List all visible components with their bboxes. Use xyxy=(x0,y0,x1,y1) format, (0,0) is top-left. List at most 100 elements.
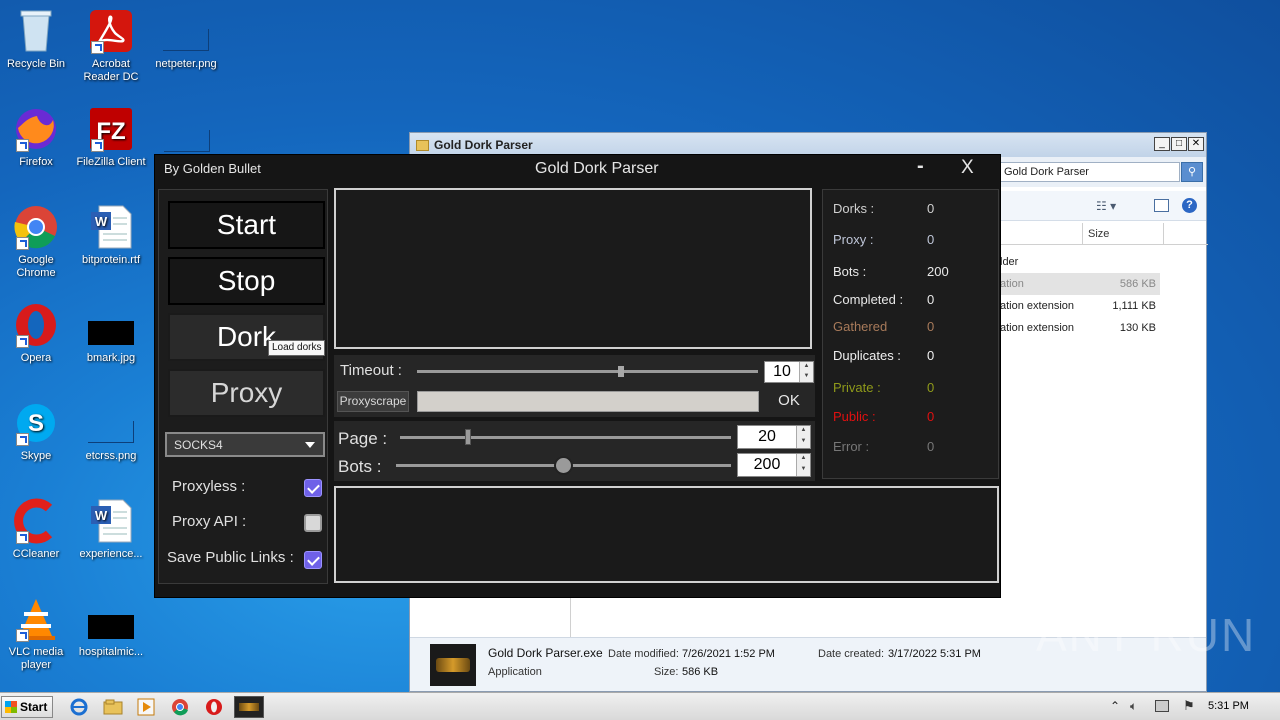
search-icon[interactable]: ⚲ xyxy=(1181,162,1203,182)
proxy-type-select[interactable]: SOCKS4 xyxy=(165,432,325,457)
desktop-icon-label: VLC media player xyxy=(8,646,64,671)
save-public-links-checkbox[interactable] xyxy=(304,551,322,569)
page-value: 20 xyxy=(758,428,776,445)
spin-up-icon[interactable]: ▲ xyxy=(799,362,813,372)
speaker-icon[interactable]: 🔈︎ xyxy=(1130,699,1137,714)
desktop-icon-label: Google Chrome xyxy=(16,254,56,279)
opera-icon xyxy=(12,302,60,348)
app-close-button[interactable]: X xyxy=(961,157,974,179)
acrobat-icon xyxy=(87,8,135,54)
stat-value: 0 xyxy=(927,409,935,424)
bots-value: 200 xyxy=(753,456,781,473)
opera-taskbar-icon[interactable] xyxy=(202,696,226,718)
desktop-icon-label: Firefox xyxy=(19,156,53,168)
desktop-icon-experience[interactable]: W experience... xyxy=(73,498,149,561)
desktop-icon-recycle-bin[interactable]: Recycle Bin xyxy=(0,8,74,71)
list-item[interactable]: lder xyxy=(1000,251,1160,273)
view-options-icon[interactable]: ☷ ▾ xyxy=(1096,199,1116,213)
dork-tooltip: Load dorks xyxy=(268,340,326,356)
explorer-minimize-button[interactable]: _ xyxy=(1154,137,1170,151)
spin-up-icon[interactable]: ▲ xyxy=(796,454,810,465)
bots-slider[interactable] xyxy=(396,456,731,475)
details-created-value: 3/17/2022 5:31 PM xyxy=(888,648,981,660)
proxy-button[interactable]: Proxy xyxy=(168,369,325,417)
desktop-icon-netpeter[interactable]: netpeter.png xyxy=(148,8,224,71)
stat-label: Duplicates : xyxy=(833,348,901,363)
details-file-name: Gold Dork Parser.exe xyxy=(488,646,603,660)
desktop-icon-partial[interactable] xyxy=(164,130,210,152)
stop-button[interactable]: Stop xyxy=(168,257,325,305)
ie-taskbar-icon[interactable] xyxy=(67,696,91,718)
timeout-slider[interactable] xyxy=(417,366,758,377)
column-type[interactable] xyxy=(1000,223,1083,245)
stat-value: 0 xyxy=(927,319,935,334)
proxyless-checkbox[interactable] xyxy=(304,479,322,497)
timeout-spinbox[interactable]: 10 ▲ ▼ xyxy=(764,361,814,383)
desktop-icon-skype[interactable]: S Skype xyxy=(0,400,74,463)
image-file-icon xyxy=(87,400,135,446)
preview-pane-icon[interactable] xyxy=(1154,199,1169,212)
ok-button[interactable]: OK xyxy=(764,389,814,413)
desktop-icon-bmark[interactable]: bmark.jpg xyxy=(73,302,149,365)
spin-up-icon[interactable]: ▲ xyxy=(796,426,810,437)
dorks-textarea[interactable] xyxy=(334,188,812,349)
desktop-icon-opera[interactable]: Opera xyxy=(0,302,74,365)
column-size[interactable]: Size xyxy=(1084,223,1164,245)
desktop-icon-label: experience... xyxy=(79,548,143,560)
help-icon[interactable]: ? xyxy=(1182,198,1197,213)
clock[interactable]: 5:31 PM xyxy=(1208,700,1249,712)
taskbar: Start ⌃ 🔈︎ ⚑ 5:31 PM xyxy=(0,692,1280,720)
spin-down-icon[interactable]: ▼ xyxy=(799,372,813,382)
desktop-icon-vlc[interactable]: VLC media player xyxy=(0,596,74,672)
gold-dork-parser-taskbar-button[interactable] xyxy=(234,696,264,718)
stat-label: Error : xyxy=(833,439,870,454)
explorer-taskbar-icon[interactable] xyxy=(101,696,125,718)
stat-label: Private : xyxy=(833,380,881,395)
desktop-icon-bitprotein[interactable]: W bitprotein.rtf xyxy=(73,204,149,267)
desktop-icon-hospitalmic[interactable]: hospitalmic... xyxy=(73,596,149,659)
app-titlebar[interactable]: By Golden Bullet Gold Dork Parser - X xyxy=(155,155,1000,183)
page-spinbox[interactable]: 20 ▲ ▼ xyxy=(737,425,811,449)
start-button[interactable]: Start xyxy=(168,201,325,249)
gold-dork-parser-window[interactable]: By Golden Bullet Gold Dork Parser - X St… xyxy=(154,154,1001,598)
start-menu-button[interactable]: Start xyxy=(1,696,53,718)
desktop-icon-acrobat[interactable]: Acrobat Reader DC xyxy=(73,8,149,84)
stat-label: Completed : xyxy=(833,292,904,307)
spin-down-icon[interactable]: ▼ xyxy=(796,437,810,448)
vlc-icon xyxy=(12,596,60,642)
desktop-icon-ccleaner[interactable]: CCleaner xyxy=(0,498,74,561)
stat-value: 0 xyxy=(927,232,935,247)
app-minimize-button[interactable]: - xyxy=(917,155,924,178)
explorer-search-input[interactable]: Gold Dork Parser xyxy=(1000,162,1180,182)
network-icon[interactable] xyxy=(1155,700,1169,712)
bots-label: Bots : xyxy=(338,457,382,476)
media-player-taskbar-icon[interactable] xyxy=(134,696,158,718)
svg-text:W: W xyxy=(95,214,108,229)
proxy-api-checkbox[interactable] xyxy=(304,514,322,532)
page-slider-thumb[interactable] xyxy=(465,429,471,445)
chrome-taskbar-icon[interactable] xyxy=(168,696,192,718)
proxyscrape-button[interactable]: Proxyscrape xyxy=(337,391,409,412)
timeout-slider-thumb[interactable] xyxy=(618,366,624,377)
show-hidden-icons[interactable]: ⌃ xyxy=(1110,699,1120,713)
bots-spinbox[interactable]: 200 ▲ ▼ xyxy=(737,453,811,477)
list-item[interactable]: ation extension 1,111 KB xyxy=(1000,295,1160,317)
desktop-icon-filezilla[interactable]: FZ FileZilla Client xyxy=(73,106,149,169)
bots-slider-thumb[interactable] xyxy=(554,456,573,475)
explorer-maximize-button[interactable]: □ xyxy=(1171,137,1187,151)
log-output[interactable] xyxy=(334,486,999,583)
windows-logo-icon xyxy=(5,701,17,713)
spin-down-icon[interactable]: ▼ xyxy=(796,465,810,476)
desktop-icon-firefox[interactable]: Firefox xyxy=(0,106,74,169)
desktop-icon-etcrss[interactable]: etcrss.png xyxy=(73,400,149,463)
list-item[interactable]: ation 586 KB xyxy=(1000,273,1160,295)
page-slider[interactable] xyxy=(400,429,731,445)
explorer-file-list: lder ation 586 KB ation extension 1,111 KB… xyxy=(1000,251,1160,339)
desktop-icon-label: Acrobat Reader DC xyxy=(83,58,139,83)
list-item[interactable]: ation extension 130 KB xyxy=(1000,317,1160,339)
proxy-api-label: Proxy API : xyxy=(172,513,247,530)
desktop-icon-chrome[interactable]: Google Chrome xyxy=(0,204,74,280)
control-panel: Start Stop Dork Proxy SOCKS4 Proxyless :… xyxy=(158,189,328,584)
explorer-close-button[interactable]: ✕ xyxy=(1188,137,1204,151)
action-center-flag-icon[interactable]: ⚑ xyxy=(1183,698,1195,714)
